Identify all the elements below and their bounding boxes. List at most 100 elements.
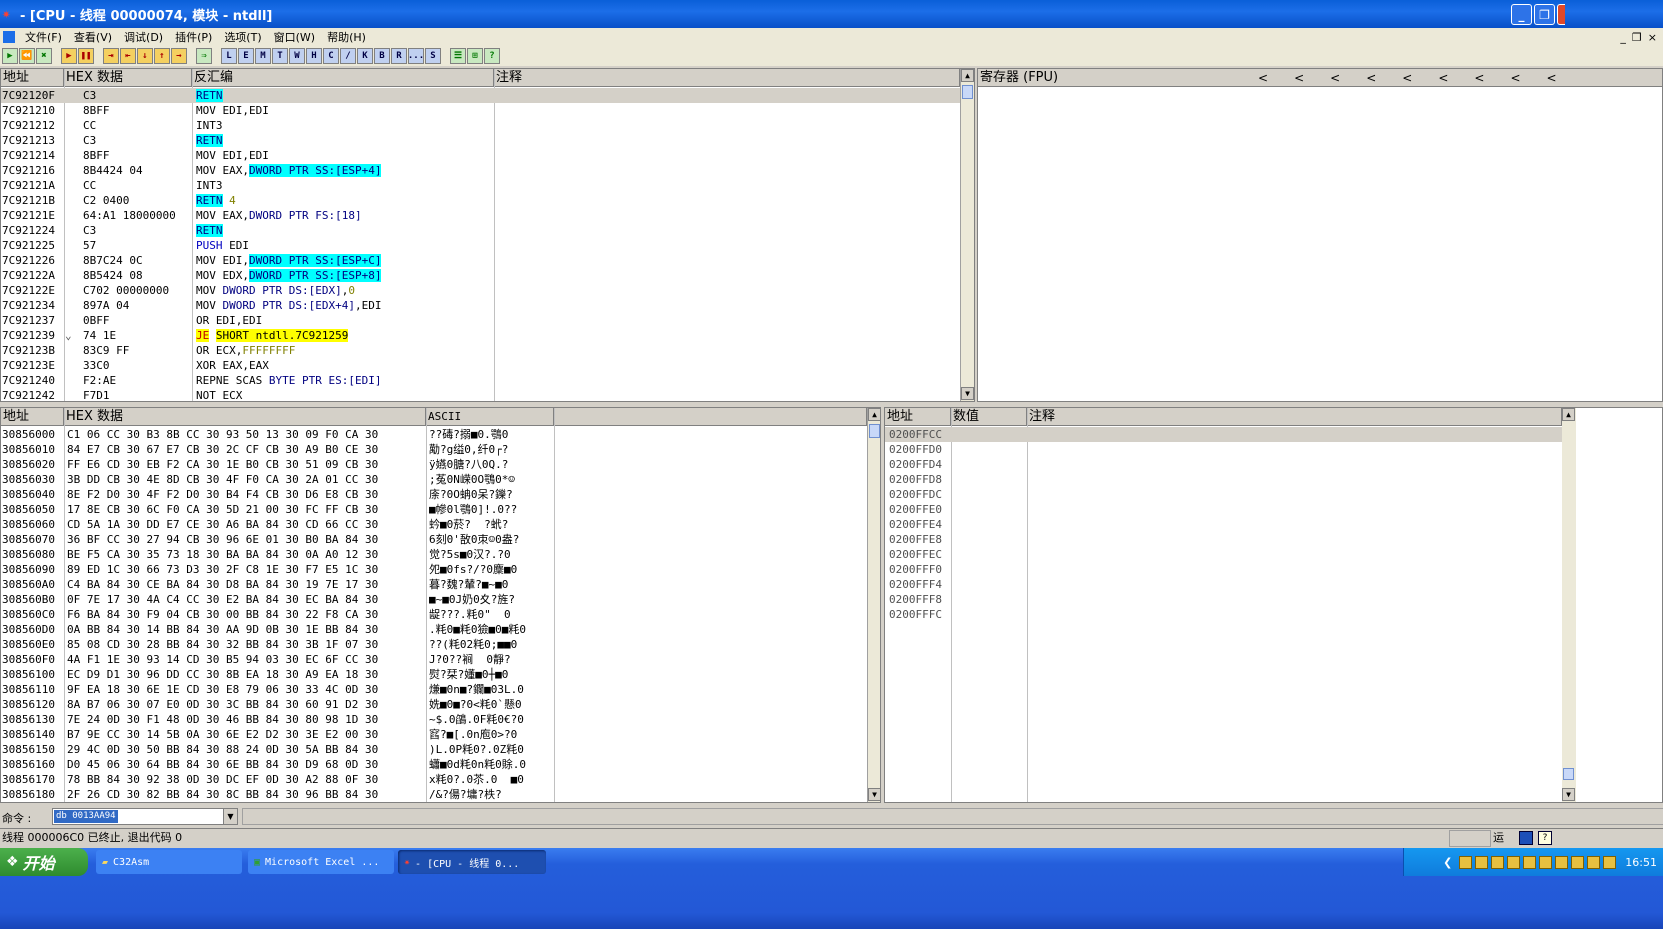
log-window-button[interactable]: L bbox=[221, 48, 237, 64]
disasm-row[interactable]: 7C92120F C3 RETN bbox=[1, 88, 960, 103]
col-header-hex[interactable]: HEX 数据 bbox=[64, 69, 192, 87]
goto-button[interactable]: ⇒ bbox=[196, 48, 212, 64]
dump-row[interactable]: 308560C0 F6 BA 84 30 F9 04 CB 30 00 BB 84… bbox=[1, 607, 867, 622]
stack-row[interactable]: 0200FFE0 bbox=[885, 502, 1562, 517]
memory-window-button[interactable]: M bbox=[255, 48, 271, 64]
keyboard-icon[interactable] bbox=[1519, 831, 1533, 845]
disasm-row[interactable]: 7C92122E C702 00000000 MOV DWORD PTR DS:[E… bbox=[1, 283, 960, 298]
scroll-left-arrow-icon[interactable]: < bbox=[1330, 69, 1340, 87]
tray-app-icon[interactable] bbox=[1459, 855, 1473, 869]
breakpoints-window-button[interactable]: B bbox=[374, 48, 390, 64]
source-window-button[interactable]: S bbox=[425, 48, 441, 64]
trace-into-button[interactable]: ↓ bbox=[137, 48, 153, 64]
appearance-button[interactable]: ⊞ bbox=[467, 48, 483, 64]
threads-window-button[interactable]: T bbox=[272, 48, 288, 64]
menu-plugins[interactable]: 插件(P) bbox=[169, 29, 218, 45]
tray-app-icon[interactable] bbox=[1571, 855, 1585, 869]
scroll-left-arrow-icon[interactable]: < bbox=[1258, 69, 1268, 87]
mdi-minimize-button[interactable]: _ bbox=[1620, 31, 1626, 44]
dump-row[interactable]: 30856060 CD 5A 1A 30 DD E7 CE 30 A6 BA 84… bbox=[1, 517, 867, 532]
dump-row[interactable]: 30856040 8E F2 D0 30 4F F2 D0 30 B4 F4 CB… bbox=[1, 487, 867, 502]
dump-col-header-ascii[interactable]: ASCII bbox=[426, 408, 554, 426]
menu-help[interactable]: 帮助(H) bbox=[321, 29, 372, 45]
dump-row[interactable]: 308560E0 85 08 CD 30 28 BB 84 30 32 BB 84… bbox=[1, 637, 867, 652]
disasm-row[interactable]: 7C921242 F7D1 NOT ECX bbox=[1, 388, 960, 401]
scroll-left-arrow-icon[interactable]: < bbox=[1547, 69, 1557, 87]
tray-app-icon[interactable] bbox=[1523, 855, 1537, 869]
tray-app-icon[interactable] bbox=[1603, 855, 1617, 869]
disasm-row[interactable]: 7C92123B 83C9 FF OR ECX,FFFFFFFF bbox=[1, 343, 960, 358]
handles-window-button[interactable]: H bbox=[306, 48, 322, 64]
trace-over-button[interactable]: ↑ bbox=[154, 48, 170, 64]
dump-row[interactable]: 30856070 36 BF CC 30 27 94 CB 30 96 6E 01… bbox=[1, 532, 867, 547]
stack-col-header-address[interactable]: 地址 bbox=[885, 408, 951, 426]
stack-row[interactable]: 0200FFEC bbox=[885, 547, 1562, 562]
disasm-scrollbar[interactable]: ▲ ▼ bbox=[960, 69, 974, 401]
chevron-down-icon[interactable]: ▼ bbox=[223, 809, 237, 824]
stack-col-header-comment[interactable]: 注释 bbox=[1027, 408, 1562, 426]
disasm-row[interactable]: 7C921216 8B4424 04 MOV EAX,DWORD PTR SS:[E… bbox=[1, 163, 960, 178]
scroll-left-arrow-icon[interactable]: < bbox=[1510, 69, 1520, 87]
dump-col-header-hex[interactable]: HEX 数据 bbox=[64, 408, 426, 426]
stack-row[interactable]: 0200FFF8 bbox=[885, 592, 1562, 607]
disasm-row[interactable]: 7C921213 C3 RETN bbox=[1, 133, 960, 148]
disasm-row[interactable]: 7C921226 8B7C24 0C MOV EDI,DWORD PTR SS:[E… bbox=[1, 253, 960, 268]
run-button[interactable]: ▶ bbox=[61, 48, 77, 64]
task-excel[interactable]: ▣ Microsoft Excel ... bbox=[248, 850, 394, 874]
dump-row[interactable]: 30856180 2F 26 CD 30 82 BB 84 30 8C BB 84… bbox=[1, 787, 867, 802]
dump-row[interactable]: 30856100 EC D9 D1 30 96 DD CC 30 8B EA 18… bbox=[1, 667, 867, 682]
help-button[interactable]: ? bbox=[484, 48, 500, 64]
pause-button[interactable]: ❚❚ bbox=[78, 48, 94, 64]
disasm-row[interactable]: 7C921239 ⌄ 74 1E JE SHORT ntdll.7C921259 bbox=[1, 328, 960, 343]
mdi-restore-button[interactable]: ❐ bbox=[1632, 31, 1642, 44]
task-c32asm[interactable]: ▰ C32Asm bbox=[96, 850, 242, 874]
tray-expand-icon[interactable]: ❮ bbox=[1443, 856, 1452, 869]
debug-options-button[interactable]: ☰ bbox=[450, 48, 466, 64]
stack-row[interactable]: 0200FFFC bbox=[885, 607, 1562, 622]
col-header-address[interactable]: 地址 bbox=[1, 69, 64, 87]
dump-row[interactable]: 30856150 29 4C 0D 30 50 BB 84 30 88 24 0D… bbox=[1, 742, 867, 757]
disasm-row[interactable]: 7C921225 57 PUSH EDI bbox=[1, 238, 960, 253]
disasm-row[interactable]: 7C921212 CC INT3 bbox=[1, 118, 960, 133]
tray-app-icon[interactable] bbox=[1539, 855, 1553, 869]
disasm-row[interactable]: 7C92121A CC INT3 bbox=[1, 178, 960, 193]
dump-row[interactable]: 30856110 9F EA 18 30 6E 1E CD 30 E8 79 06… bbox=[1, 682, 867, 697]
dump-row[interactable]: 30856120 8A B7 06 30 07 E0 0D 30 3C BB 84… bbox=[1, 697, 867, 712]
stack-row[interactable]: 0200FFD8 bbox=[885, 472, 1562, 487]
modules-window-button[interactable]: E bbox=[238, 48, 254, 64]
dump-col-header-address[interactable]: 地址 bbox=[1, 408, 64, 426]
dump-row[interactable]: 30856010 84 E7 CB 30 67 E7 CB 30 2C CF CB… bbox=[1, 442, 867, 457]
maximize-button[interactable]: ❐ bbox=[1534, 4, 1555, 25]
menu-window[interactable]: 窗口(W) bbox=[268, 29, 321, 45]
dump-row[interactable]: 30856130 7E 24 0D 30 F1 48 0D 30 46 BB 84… bbox=[1, 712, 867, 727]
disasm-row[interactable]: 7C92121B C2 0400 RETN 4 bbox=[1, 193, 960, 208]
tray-app-icon[interactable] bbox=[1555, 855, 1569, 869]
scroll-left-arrow-icon[interactable]: < bbox=[1366, 69, 1376, 87]
dump-row[interactable]: 308560F0 4A F1 1E 30 93 14 CD 30 B5 94 03… bbox=[1, 652, 867, 667]
dump-row[interactable]: 30856050 17 8E CB 30 6C F0 CA 30 5D 21 00… bbox=[1, 502, 867, 517]
tray-app-icon[interactable] bbox=[1587, 855, 1601, 869]
stack-row[interactable]: 0200FFF0 bbox=[885, 562, 1562, 577]
dump-row[interactable]: 30856030 3B DD CB 30 4E 8D CB 30 4F F0 CA… bbox=[1, 472, 867, 487]
dump-row[interactable]: 30856170 78 BB 84 30 92 38 0D 30 DC EF 0D… bbox=[1, 772, 867, 787]
execute-till-return-button[interactable]: → bbox=[171, 48, 187, 64]
dump-scrollbar[interactable]: ▲ ▼ bbox=[867, 408, 880, 802]
disasm-row[interactable]: 7C921224 C3 RETN bbox=[1, 223, 960, 238]
windows-window-button[interactable]: W bbox=[289, 48, 305, 64]
stack-row[interactable]: 0200FFCC bbox=[885, 427, 1562, 442]
dump-row[interactable]: 308560A0 C4 BA 84 30 CE BA 84 30 D8 BA 84… bbox=[1, 577, 867, 592]
stack-row[interactable]: 0200FFE4 bbox=[885, 517, 1562, 532]
disasm-row[interactable]: 7C92122A 8B5424 08 MOV EDX,DWORD PTR SS:[E… bbox=[1, 268, 960, 283]
stack-row[interactable]: 0200FFE8 bbox=[885, 532, 1562, 547]
step-into-button[interactable]: ⇥ bbox=[103, 48, 119, 64]
stack-row[interactable]: 0200FFF4 bbox=[885, 577, 1562, 592]
tray-app-icon[interactable] bbox=[1475, 855, 1489, 869]
disasm-row[interactable]: 7C921214 8BFF MOV EDI,EDI bbox=[1, 148, 960, 163]
scroll-left-arrow-icon[interactable]: < bbox=[1294, 69, 1304, 87]
run-trace-button[interactable]: ... bbox=[408, 48, 424, 64]
menu-file[interactable]: 文件(F) bbox=[19, 29, 68, 45]
dump-row[interactable]: 30856080 BE F5 CA 30 35 73 18 30 BA BA 84… bbox=[1, 547, 867, 562]
cpu-window-button[interactable]: C bbox=[323, 48, 339, 64]
dump-row[interactable]: 30856020 FF E6 CD 30 EB F2 CA 30 1E B0 CB… bbox=[1, 457, 867, 472]
close-process-button[interactable]: ✖ bbox=[36, 48, 52, 64]
